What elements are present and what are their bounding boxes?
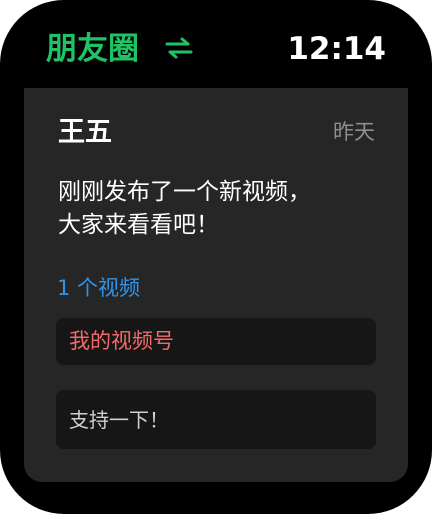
post-card[interactable]: 王五 昨天 刚刚发布了一个新视频， 大家来看看吧！ 1 个视频 我的视频号	[24, 88, 408, 482]
comment-box[interactable]	[56, 390, 376, 449]
watch-screen: 朋友圈 12:14 王五 昨天 刚刚发布了一个新视频， 大家来看看吧！ 1 个视…	[0, 0, 432, 514]
comment-input[interactable]	[56, 390, 376, 449]
video-count-link[interactable]: 1 个视频	[57, 273, 140, 303]
channel-label: 我的视频号	[69, 329, 174, 353]
status-header: 朋友圈 12:14	[0, 0, 432, 92]
post-time: 昨天	[333, 120, 375, 144]
switch-arrows-icon[interactable]	[164, 36, 194, 60]
post-text-line: 刚刚发布了一个新视频，	[58, 179, 311, 205]
post-author[interactable]: 王五	[58, 115, 112, 151]
post-text-line: 大家来看看吧！	[58, 212, 219, 238]
channel-button[interactable]: 我的视频号	[56, 318, 376, 365]
clock: 12:14	[287, 31, 386, 67]
app-title: 朋友圈	[46, 31, 139, 67]
post-text: 刚刚发布了一个新视频， 大家来看看吧！	[58, 176, 378, 242]
